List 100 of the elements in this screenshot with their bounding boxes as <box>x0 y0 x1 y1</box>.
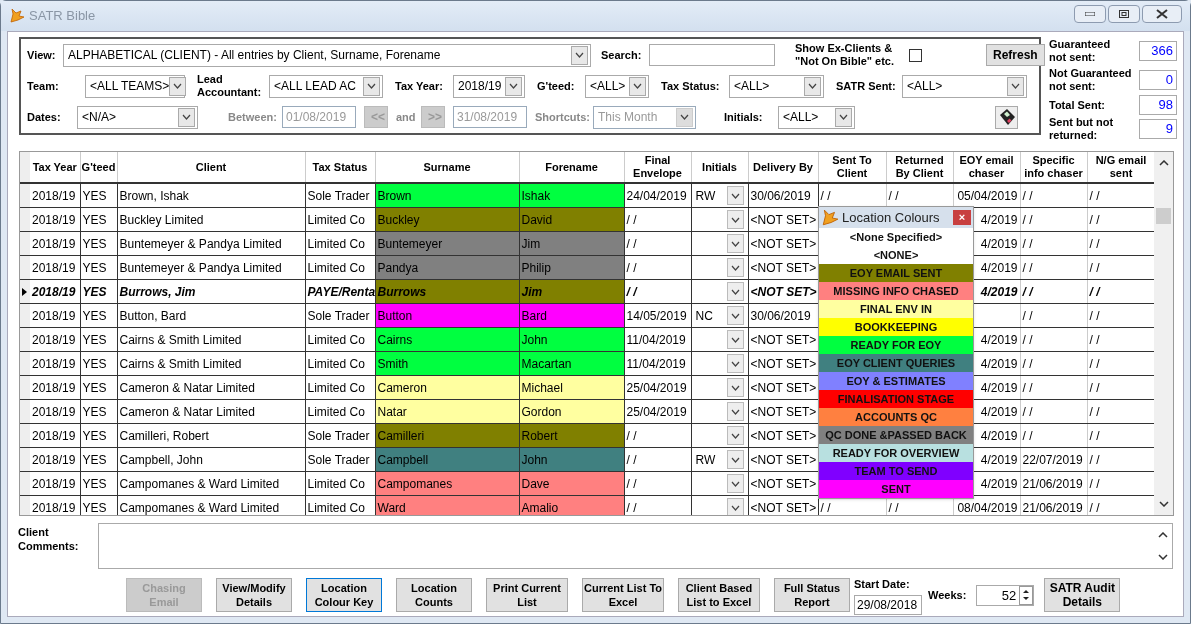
field-label: and <box>396 109 417 125</box>
dropdown[interactable]: <ALL TEAMS> <box>85 74 185 98</box>
table-cell: David <box>519 207 624 232</box>
dropdown[interactable]: ALPHABETICAL (CLIENT) - All entries by Client, Surname, Forename <box>63 43 591 67</box>
table-cell: Campbell, John <box>117 447 305 472</box>
table-cell: Camilleri, Robert <box>117 423 305 448</box>
start-date-label: Start Date: <box>854 577 911 592</box>
column-header[interactable]: Returned By Client <box>886 152 953 183</box>
table-cell: Jim <box>519 231 624 256</box>
dropdown[interactable]: <N/A> <box>77 105 198 129</box>
legend-item[interactable]: SENT <box>819 480 973 498</box>
table-cell: Brown <box>375 183 519 208</box>
legend-item[interactable]: MISSING INFO CHASED <box>819 282 973 300</box>
legend-item[interactable]: ACCOUNTS QC <box>819 408 973 426</box>
column-header[interactable]: Sent To Client <box>818 152 886 183</box>
table-cell: Ishak <box>519 183 624 208</box>
action-button[interactable]: Full Status Report <box>774 578 850 613</box>
column-header[interactable]: Client <box>117 152 305 183</box>
table-cell: Cameron & Natar Limited <box>117 399 305 424</box>
legend-item[interactable]: EOY EMAIL SENT <box>819 264 973 282</box>
table-cell: 2018/19 <box>30 447 80 472</box>
table-cell: Buntemeyer <box>375 231 519 256</box>
legend-item[interactable]: <NONE> <box>819 246 973 264</box>
initials-dropdown[interactable]: RW <box>693 184 746 207</box>
legend-item[interactable]: QC DONE &PASSED BACK <box>819 426 973 444</box>
scroll-thumb[interactable] <box>1156 208 1171 224</box>
stat-value: 366 <box>1139 41 1177 61</box>
dropdown[interactable]: 2018/19 <box>453 74 525 98</box>
field-label: Between: <box>228 109 278 125</box>
action-button[interactable]: Print Current List <box>486 578 568 613</box>
chevron-down-icon <box>1011 83 1020 89</box>
stat-value: 0 <box>1139 70 1177 90</box>
column-header[interactable]: EOY email chaser <box>953 152 1020 183</box>
table-cell: 2018/19 <box>30 231 80 256</box>
maximize-button[interactable] <box>1108 5 1140 23</box>
column-header[interactable]: Specific info chaser <box>1020 152 1087 183</box>
chevron-down-icon <box>730 288 740 295</box>
date-field[interactable]: 29/08/2018 <box>854 594 922 615</box>
chevron-down-icon <box>730 432 740 439</box>
comments-field[interactable] <box>98 523 1173 569</box>
initials-dropdown[interactable]: RW <box>693 448 746 471</box>
chevron-down-icon <box>575 52 584 58</box>
action-button[interactable]: Location Colour Key <box>306 578 382 613</box>
action-button[interactable]: Current List To Excel <box>582 578 664 613</box>
dropdown[interactable]: <ALL> <box>729 74 824 98</box>
dropdown[interactable]: <ALL> <box>902 74 1027 98</box>
action-button[interactable]: View/Modify Details <box>216 578 292 613</box>
legend-item[interactable]: READY FOR EOY <box>819 336 973 354</box>
comments-label: Client Comments: <box>18 525 80 554</box>
table-cell: Button, Bard <box>117 303 305 328</box>
current-row-icon <box>22 288 27 296</box>
close-button[interactable] <box>1142 5 1182 23</box>
scroll-down-icon <box>1158 554 1168 560</box>
maximize-icon <box>1119 10 1129 18</box>
table-cell: / / <box>1020 255 1087 280</box>
legend-item[interactable]: BOOKKEEPING <box>819 318 973 336</box>
legend-item[interactable]: FINALISATION STAGE <box>819 390 973 408</box>
table-cell: Burrows <box>375 279 519 304</box>
save-button[interactable] <box>995 105 1018 129</box>
table-cell: / / <box>1020 351 1087 376</box>
table-cell: Cameron <box>375 375 519 400</box>
column-header[interactable]: Tax Year <box>30 152 80 183</box>
table-cell: / / <box>624 279 691 304</box>
table-cell: 2018/19 <box>30 423 80 448</box>
table-cell: Limited Co <box>305 495 375 515</box>
legend-item[interactable]: <None Specified> <box>819 228 973 246</box>
dropdown[interactable]: <ALL LEAD AC <box>269 74 383 98</box>
table-cell: Gordon <box>519 399 624 424</box>
legend-item[interactable]: EOY & ESTIMATES <box>819 372 973 390</box>
action-button[interactable]: Location Counts <box>396 578 472 613</box>
vertical-scrollbar[interactable] <box>1154 152 1173 515</box>
field-label: View: <box>27 47 57 63</box>
table-cell: / / <box>1020 327 1087 352</box>
action-button[interactable]: Client Based List to Excel <box>678 578 760 613</box>
legend-item[interactable]: EOY CLIENT QUERIES <box>819 354 973 372</box>
dropdown[interactable]: <ALL> <box>585 74 649 98</box>
weeks-spinner[interactable]: 52 <box>976 584 1035 606</box>
field-label: Shortcuts: <box>535 109 591 125</box>
stat-value: 9 <box>1139 119 1177 139</box>
column-header[interactable]: Delivery By <box>748 152 818 183</box>
column-header[interactable]: Final Envelope <box>624 152 691 183</box>
input-field[interactable] <box>649 44 775 66</box>
chevron-down-icon <box>730 312 740 319</box>
chevron-down-icon <box>730 480 740 487</box>
column-header[interactable]: G'teed <box>80 152 117 183</box>
table-cell: 2018/19 <box>30 279 80 304</box>
close-icon <box>1156 9 1168 19</box>
column-header[interactable]: Initials <box>691 152 748 183</box>
table-cell: 2018/19 <box>30 351 80 376</box>
audit-details-button[interactable]: SATR Audit Details <box>1044 578 1121 613</box>
dropdown[interactable]: <ALL> <box>778 105 855 129</box>
field-label: SATR Sent: <box>836 78 897 94</box>
legend-item[interactable]: FINAL ENV IN <box>819 300 973 318</box>
close-button[interactable]: × <box>953 210 971 225</box>
legend-item[interactable]: READY FOR OVERVIEW <box>819 444 973 462</box>
initials-dropdown[interactable]: NC <box>693 304 746 327</box>
chevron-down-icon <box>173 83 183 89</box>
column-header[interactable]: Tax Status <box>305 152 375 183</box>
checkbox[interactable] <box>909 48 922 62</box>
button[interactable]: Refresh <box>986 44 1045 66</box>
